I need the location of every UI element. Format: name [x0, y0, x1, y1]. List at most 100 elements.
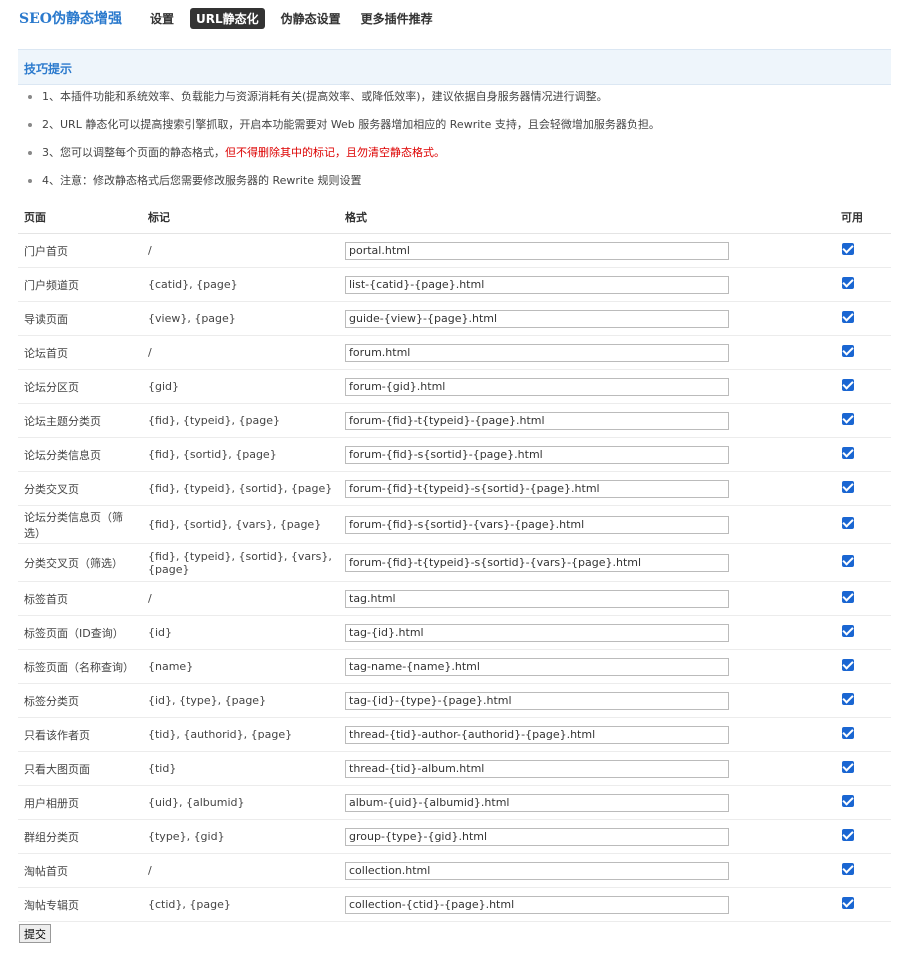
enabled-checkbox[interactable]	[842, 243, 854, 255]
mark-cell: /	[142, 233, 339, 268]
format-input[interactable]	[345, 479, 729, 498]
mark-cell: {fid}, {typeid}, {sortid}, {page}	[142, 471, 339, 506]
nav-tab-url-static[interactable]: URL静态化	[190, 7, 265, 29]
enabled-checkbox[interactable]	[842, 795, 854, 807]
available-cell	[833, 403, 891, 438]
table-row: 标签页面（ID查询） {id}	[18, 615, 891, 650]
format-input[interactable]	[345, 623, 729, 642]
format-input[interactable]	[345, 377, 729, 396]
top-nav: SEO伪静态增强 设置 URL静态化 伪静态设置 更多插件推荐	[19, 7, 449, 29]
table-row: 用户相册页 {uid}, {albumid}	[18, 785, 891, 820]
enabled-checkbox[interactable]	[842, 345, 854, 357]
enabled-checkbox[interactable]	[842, 277, 854, 289]
format-cell	[339, 615, 833, 650]
enabled-checkbox[interactable]	[842, 659, 854, 671]
table-row: 论坛首页 /	[18, 335, 891, 370]
format-input[interactable]	[345, 657, 729, 676]
format-cell	[339, 819, 833, 854]
format-input[interactable]	[345, 691, 729, 710]
format-input[interactable]	[345, 343, 729, 362]
table-row: 门户频道页 {catid}, {page}	[18, 267, 891, 302]
mark-cell: /	[142, 581, 339, 616]
enabled-checkbox[interactable]	[842, 761, 854, 773]
enabled-checkbox[interactable]	[842, 517, 854, 529]
mark-cell: {uid}, {albumid}	[142, 785, 339, 820]
table-row: 门户首页 /	[18, 233, 891, 268]
page-name-cell: 论坛主题分类页	[18, 403, 142, 438]
enabled-checkbox[interactable]	[842, 863, 854, 875]
enabled-checkbox[interactable]	[842, 311, 854, 323]
available-cell	[833, 819, 891, 854]
format-cell	[339, 233, 833, 268]
mark-cell: {name}	[142, 649, 339, 684]
page-name-cell: 论坛分区页	[18, 369, 142, 404]
available-cell	[833, 853, 891, 888]
page-name-cell: 门户首页	[18, 233, 142, 268]
enabled-checkbox[interactable]	[842, 897, 854, 909]
enabled-checkbox[interactable]	[842, 481, 854, 493]
format-input[interactable]	[345, 759, 729, 778]
format-input[interactable]	[345, 309, 729, 328]
mark-cell: {id}, {type}, {page}	[142, 683, 339, 718]
mark-cell: {tid}, {authorid}, {page}	[142, 717, 339, 752]
format-input[interactable]	[345, 861, 729, 880]
format-input[interactable]	[345, 515, 729, 534]
tip-item: 3、您可以调整每个页面的静态格式，但不得删除其中的标记，且勿清空静态格式。	[28, 140, 888, 168]
format-input[interactable]	[345, 241, 729, 260]
tips-list: 1、本插件功能和系统效率、负载能力与资源消耗有关(提高效率、或降低效率)，建议依…	[28, 84, 888, 196]
format-input[interactable]	[345, 589, 729, 608]
format-input[interactable]	[345, 445, 729, 464]
page-name-cell: 论坛分类信息页（筛选）	[18, 505, 142, 544]
format-cell	[339, 505, 833, 544]
plugin-title: SEO伪静态增强	[19, 11, 122, 27]
available-cell	[833, 615, 891, 650]
enabled-checkbox[interactable]	[842, 727, 854, 739]
page-name-cell: 分类交叉页	[18, 471, 142, 506]
format-cell	[339, 403, 833, 438]
page-name-cell: 用户相册页	[18, 785, 142, 820]
enabled-checkbox[interactable]	[842, 829, 854, 841]
col-header-available: 可用	[833, 201, 891, 234]
enabled-checkbox[interactable]	[842, 413, 854, 425]
nav-tab-settings[interactable]: 设置	[146, 9, 178, 28]
tip-warning: 但不得删除其中的标记，且勿清空静态格式。	[225, 146, 445, 159]
format-cell	[339, 717, 833, 752]
format-input[interactable]	[345, 411, 729, 430]
col-header-format: 格式	[339, 201, 833, 234]
enabled-checkbox[interactable]	[842, 591, 854, 603]
available-cell	[833, 505, 891, 544]
mark-cell: {fid}, {typeid}, {sortid}, {vars}, {page…	[142, 543, 339, 582]
enabled-checkbox[interactable]	[842, 625, 854, 637]
format-cell	[339, 853, 833, 888]
table-row: 标签首页 /	[18, 581, 891, 616]
enabled-checkbox[interactable]	[842, 555, 854, 567]
mark-cell: {gid}	[142, 369, 339, 404]
mark-cell: {fid}, {typeid}, {page}	[142, 403, 339, 438]
available-cell	[833, 335, 891, 370]
table-row: 分类交叉页 {fid}, {typeid}, {sortid}, {page}	[18, 471, 891, 506]
table-row: 淘帖首页 /	[18, 853, 891, 888]
table-row: 只看该作者页 {tid}, {authorid}, {page}	[18, 717, 891, 752]
format-input[interactable]	[345, 553, 729, 572]
enabled-checkbox[interactable]	[842, 447, 854, 459]
format-input[interactable]	[345, 827, 729, 846]
enabled-checkbox[interactable]	[842, 379, 854, 391]
format-input[interactable]	[345, 793, 729, 812]
page-name-cell: 群组分类页	[18, 819, 142, 854]
format-cell	[339, 581, 833, 616]
format-cell	[339, 887, 833, 922]
enabled-checkbox[interactable]	[842, 693, 854, 705]
format-input[interactable]	[345, 725, 729, 744]
col-header-mark: 标记	[142, 201, 339, 234]
available-cell	[833, 751, 891, 786]
nav-tab-rewrite-settings[interactable]: 伪静态设置	[277, 9, 345, 28]
format-input[interactable]	[345, 275, 729, 294]
table-row: 导读页面 {view}, {page}	[18, 301, 891, 336]
page-name-cell: 只看该作者页	[18, 717, 142, 752]
nav-tab-more-plugins[interactable]: 更多插件推荐	[357, 9, 437, 28]
available-cell	[833, 369, 891, 404]
page-name-cell: 标签页面（ID查询）	[18, 615, 142, 650]
submit-button[interactable]: 提交	[19, 924, 51, 943]
format-input[interactable]	[345, 895, 729, 914]
format-cell	[339, 471, 833, 506]
